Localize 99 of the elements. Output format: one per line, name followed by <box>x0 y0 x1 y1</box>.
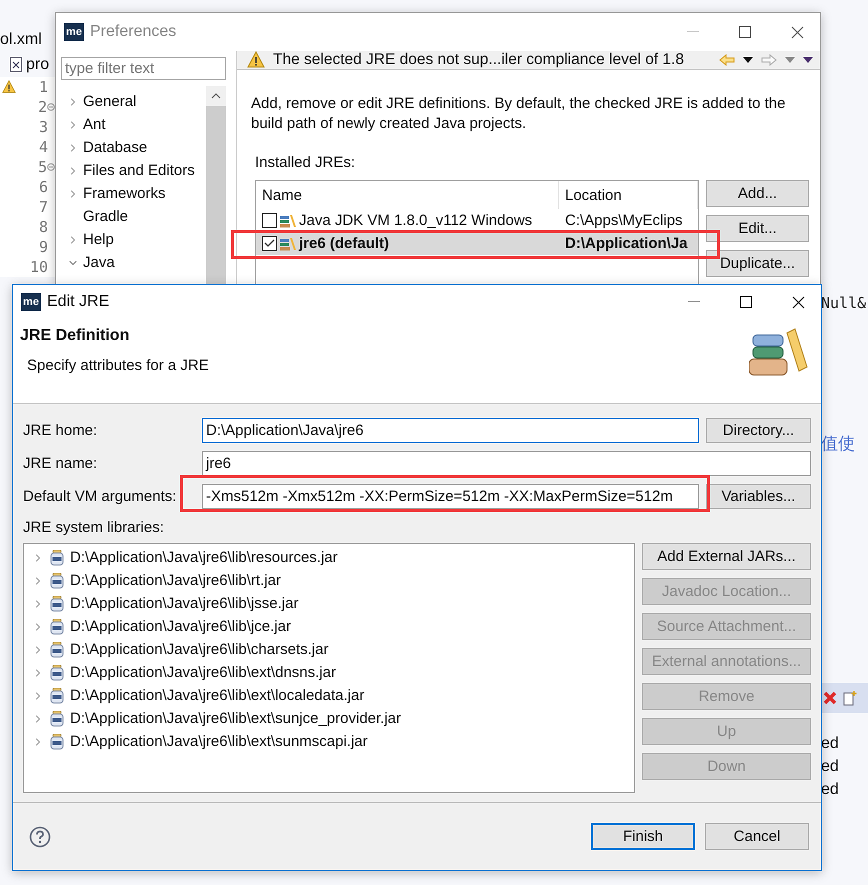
tree-item[interactable]: D:\Application\Java\jre6\lib\ext\sunmscapi.jar <box>70 733 368 750</box>
close-icon[interactable] <box>792 296 804 308</box>
table-cell: C:\Apps\MyEclips <box>565 212 683 229</box>
line-number: 2 <box>37 98 48 116</box>
help-icon[interactable] <box>29 826 51 848</box>
dialog-button[interactable]: Edit... <box>706 215 809 242</box>
dialog-heading: JRE Definition <box>20 327 130 345</box>
new-console-icon[interactable] <box>843 690 857 706</box>
menu-icon[interactable] <box>803 57 813 63</box>
jre-icon <box>280 214 296 228</box>
tree-item[interactable]: Help <box>83 231 114 248</box>
field-label: JRE home: <box>23 421 98 441</box>
close-icon[interactable] <box>790 26 804 38</box>
xml-file-icon <box>10 57 22 72</box>
checkbox[interactable] <box>262 236 277 251</box>
console-text: ed <box>821 735 840 754</box>
minimize-icon[interactable] <box>687 31 699 33</box>
table-cell: jre6 (default) <box>299 235 390 252</box>
section-label: Installed JREs: <box>255 154 356 171</box>
field-label: JRE name: <box>23 454 98 474</box>
column-header[interactable]: Name <box>256 181 559 209</box>
input-field[interactable]: jre6 <box>202 451 811 476</box>
console-text: ed <box>821 758 840 777</box>
dropdown-icon[interactable] <box>743 57 753 63</box>
jar-icon <box>50 550 64 566</box>
line-number: 4 <box>38 138 48 156</box>
maximize-icon[interactable] <box>739 26 751 38</box>
tree-item[interactable]: Database <box>83 139 148 156</box>
remove-icon[interactable] <box>823 691 837 705</box>
tree-item[interactable]: D:\Application\Java\jre6\lib\resources.jar <box>70 549 338 566</box>
dialog-button[interactable]: Cancel <box>705 823 809 850</box>
table-row[interactable]: Java JDK VM 1.8.0_v112 Windows C:\Apps\MyEclips <box>256 209 698 232</box>
checkbox[interactable] <box>262 213 277 228</box>
jar-icon <box>50 618 64 634</box>
library-tree[interactable] <box>23 543 635 793</box>
dialog-button[interactable]: Directory... <box>706 418 811 443</box>
tree-item[interactable]: D:\Application\Java\jre6\lib\charsets.jar <box>70 641 328 658</box>
dialog-button[interactable]: Duplicate... <box>706 250 809 277</box>
tree-item[interactable]: Java <box>83 254 115 271</box>
table-row[interactable]: jre6 (default) D:\Application\Ja <box>256 232 698 255</box>
console-text: ed <box>821 781 840 800</box>
input-field[interactable]: -Xms512m -Xmx512m -XX:PermSize=512m -XX:MaxPermSize=512m <box>202 484 699 509</box>
jre-icon <box>280 236 296 250</box>
field-label: Default VM arguments: <box>23 487 178 507</box>
jar-icon <box>50 710 64 726</box>
tree-item[interactable]: D:\Application\Java\jre6\lib\ext\dnsns.jar <box>70 664 336 681</box>
minimize-icon[interactable] <box>688 301 700 303</box>
warning-message: The selected JRE does not sup...iler compliance level of 1.8 <box>273 51 685 69</box>
tree-item[interactable]: D:\Application\Java\jre6\lib\jsse.jar <box>70 595 298 612</box>
maximize-icon[interactable] <box>740 296 752 308</box>
table-cell: Java JDK VM 1.8.0_v112 Windows <box>299 212 532 229</box>
dialog-button[interactable]: Finish <box>591 823 695 850</box>
line-number: 9 <box>38 238 48 256</box>
window-title: Edit JRE <box>47 293 110 311</box>
editor-tab[interactable]: ol.xml <box>0 27 42 52</box>
jar-icon <box>50 642 64 658</box>
scrollbar[interactable] <box>206 86 226 284</box>
section-label: JRE system libraries: <box>23 519 165 538</box>
filter-field[interactable]: type filter text <box>61 57 226 80</box>
jar-icon <box>50 572 64 588</box>
line-number: 7 <box>38 198 48 216</box>
app-logo: me <box>21 293 41 311</box>
jar-icon <box>50 734 64 750</box>
line-number: 10 <box>28 258 48 276</box>
warning-icon <box>247 51 265 69</box>
tree-item[interactable]: Gradle <box>83 208 128 225</box>
comment-text: 值使 <box>821 433 856 455</box>
tree-item[interactable]: Files and Editors <box>83 162 195 179</box>
tree-item[interactable]: D:\Application\Java\jre6\lib\rt.jar <box>70 572 281 589</box>
input-field[interactable]: D:\Application\Java\jre6 <box>202 418 699 443</box>
line-number: 6 <box>38 178 48 196</box>
line-number: 1 <box>38 78 48 96</box>
jar-icon <box>50 688 64 704</box>
dialog-button[interactable]: Variables... <box>706 484 811 509</box>
code-text: Null& <box>821 294 868 312</box>
line-number: 5 <box>37 158 48 176</box>
tree-item[interactable]: D:\Application\Java\jre6\lib\ext\localedata.jar <box>70 687 364 704</box>
editor-tab[interactable]: pro <box>0 52 50 77</box>
tree-item[interactable]: Frameworks <box>83 185 166 202</box>
tree-item[interactable]: Ant <box>83 116 106 133</box>
scroll-up-icon[interactable] <box>211 93 221 99</box>
tree-item[interactable]: D:\Application\Java\jre6\lib\jce.jar <box>70 618 291 635</box>
warning-icon <box>2 80 16 94</box>
table-cell: D:\Application\Ja <box>565 235 688 252</box>
window-title: Preferences <box>90 23 178 41</box>
back-icon[interactable] <box>719 54 735 66</box>
app-logo: me <box>64 23 84 41</box>
dialog-button[interactable]: Add... <box>706 180 809 207</box>
description-text: Add, remove or edit JRE definitions. By default, the checked JRE is added to the build path of newly created Java projects. <box>251 94 786 134</box>
jar-icon <box>50 664 64 680</box>
column-header[interactable]: Location <box>559 181 698 209</box>
forward-icon[interactable] <box>761 54 777 66</box>
line-number: 8 <box>38 218 48 236</box>
tree-item[interactable]: General <box>83 93 136 110</box>
dialog-subheading: Specify attributes for a JRE <box>26 357 209 374</box>
line-number: 3 <box>38 118 48 136</box>
dialog-button[interactable]: Add External JARs... <box>642 543 811 570</box>
jar-icon <box>50 596 64 612</box>
tree-item[interactable]: D:\Application\Java\jre6\lib\ext\sunjce_provider.jar <box>70 710 402 727</box>
